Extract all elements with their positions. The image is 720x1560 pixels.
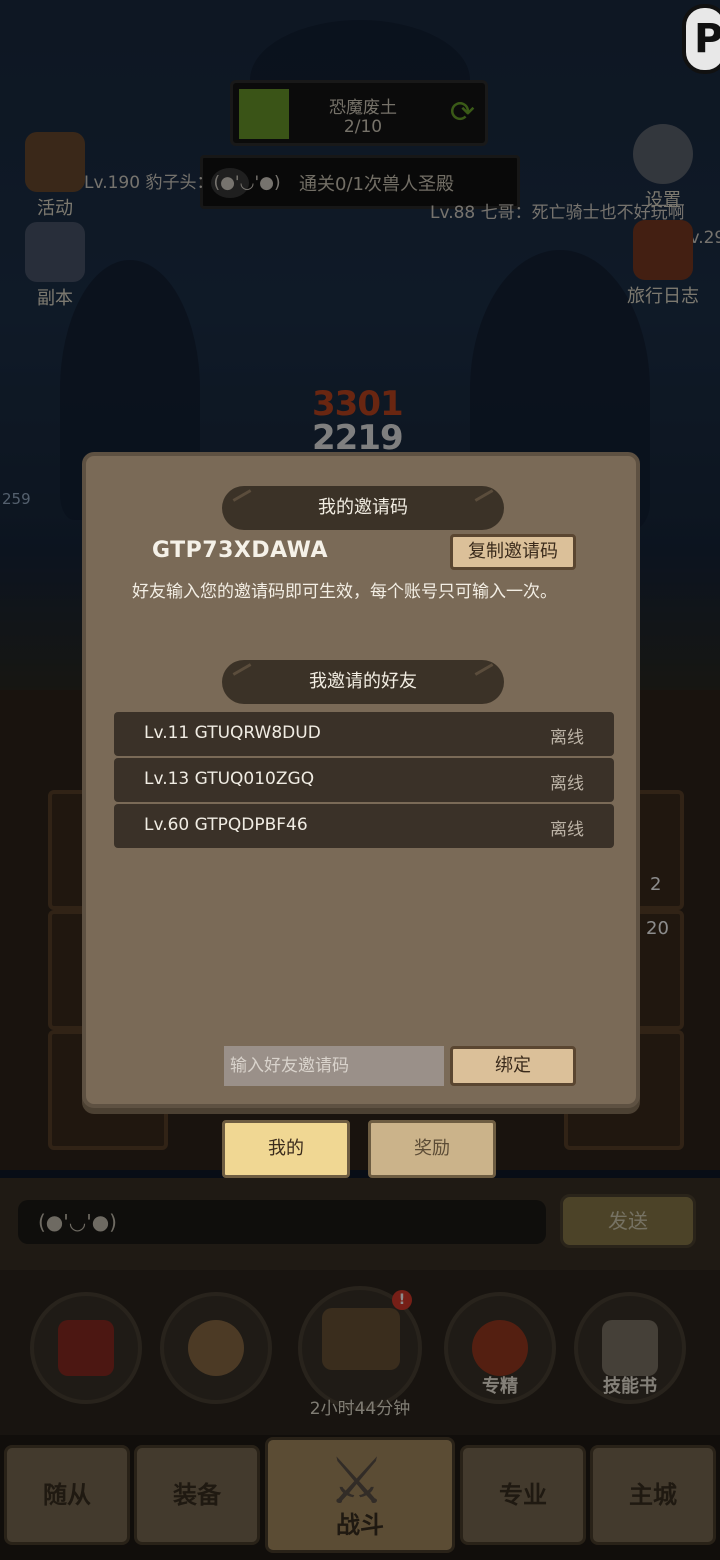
friends-title: 我邀请的好友 [222, 660, 504, 704]
tab-reward[interactable]: 奖励 [368, 1120, 496, 1178]
app-logo: P [682, 4, 720, 74]
copy-code-button[interactable]: 复制邀请码 [450, 534, 576, 570]
friend-status: 离线 [550, 728, 584, 748]
bind-button[interactable]: 绑定 [450, 1046, 576, 1086]
invite-code: GTP73XDAWA [152, 538, 328, 563]
my-code-title: 我的邀请码 [222, 486, 504, 530]
list-item[interactable]: Lv.11 GTUQRW8DUD 离线 [114, 712, 614, 756]
friend-name: Lv.60 GTPQDPBF46 [144, 815, 308, 835]
list-item[interactable]: Lv.60 GTPQDPBF46 离线 [114, 804, 614, 848]
friend-name: Lv.13 GTUQ010ZGQ [144, 769, 315, 789]
invite-dialog: 我的邀请码 GTP73XDAWA 复制邀请码 好友输入您的邀请码即可生效，每个账… [82, 452, 640, 1108]
friend-name: Lv.11 GTUQRW8DUD [144, 723, 321, 743]
list-item[interactable]: Lv.13 GTUQ010ZGQ 离线 [114, 758, 614, 802]
friend-code-input[interactable] [224, 1046, 444, 1086]
invite-description: 好友输入您的邀请码即可生效，每个账号只可输入一次。 [132, 582, 557, 602]
tab-mine[interactable]: 我的 [222, 1120, 350, 1178]
friend-list: Lv.11 GTUQRW8DUD 离线 Lv.13 GTUQ010ZGQ 离线 … [114, 712, 614, 850]
friend-status: 离线 [550, 774, 584, 794]
friend-status: 离线 [550, 820, 584, 840]
